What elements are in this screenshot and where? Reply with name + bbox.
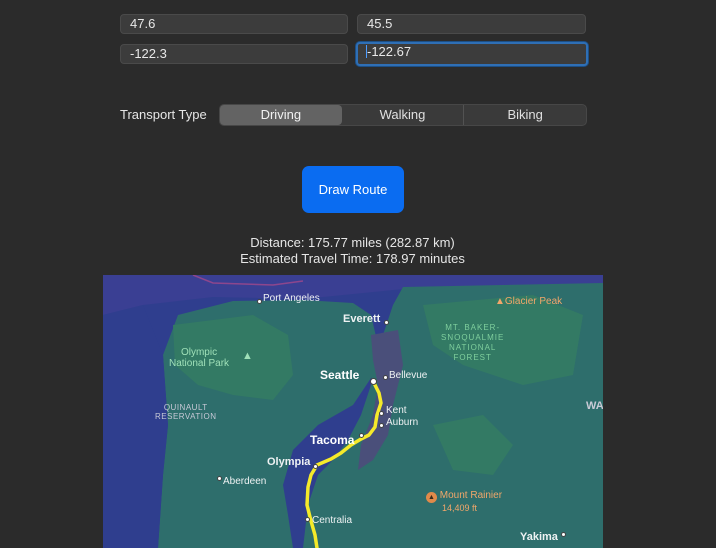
everett-dot	[384, 320, 389, 325]
city-aberdeen: Aberdeen	[223, 476, 267, 487]
segment-walking[interactable]: Walking	[342, 105, 464, 125]
reservation-line1: QUINAULT	[163, 403, 208, 412]
forest-line1: MT. BAKER-	[445, 323, 501, 332]
city-tacoma: Tacoma	[310, 433, 355, 447]
longitude-2-value: -122.67	[367, 44, 412, 59]
city-yakima: Yakima	[520, 531, 558, 543]
olympic-park-line2: National Park	[169, 358, 230, 369]
mount-rainier-elevation: 14,409 ft	[442, 503, 478, 513]
reservation-label: QUINAULT RESERVATION	[155, 403, 217, 421]
segment-driving[interactable]: Driving	[220, 105, 342, 125]
olympia-dot	[313, 464, 318, 469]
bellevue-dot	[383, 375, 388, 380]
city-olympia: Olympia	[267, 456, 311, 468]
route-map[interactable]: Port Angeles Everett Seattle Bellevue Ke…	[103, 275, 603, 548]
kent-dot	[379, 411, 384, 416]
tree-icon: ▲	[242, 350, 253, 362]
olympic-park-line1: Olympic	[180, 347, 218, 358]
distance-text: Distance: 175.77 miles (282.87 km)	[250, 235, 455, 250]
latitude-1-field[interactable]: 47.6	[120, 14, 348, 34]
travel-time-text: Estimated Travel Time: 178.97 minutes	[240, 251, 465, 266]
draw-route-button[interactable]: Draw Route	[302, 166, 404, 213]
forest-line3: NATIONAL	[448, 343, 497, 352]
seattle-dot	[370, 378, 377, 385]
mountain-icon: ▲	[426, 492, 437, 503]
glacier-peak-label: ▲Glacier Peak	[495, 296, 563, 307]
city-bellevue: Bellevue	[389, 370, 428, 381]
latitude-2-field[interactable]: 45.5	[357, 14, 586, 34]
longitude-2-field[interactable]: -122.67	[356, 42, 588, 66]
reservation-line2: RESERVATION	[155, 412, 217, 421]
mount-rainier-label: ▲ Mount Rainier 14,409 ft	[426, 490, 502, 514]
longitude-1-field[interactable]: -122.3	[120, 44, 348, 64]
forest-label: MT. BAKER- SNOQUALMIE NATIONAL FOREST	[441, 323, 504, 363]
city-kent: Kent	[386, 405, 407, 416]
city-auburn: Auburn	[386, 417, 419, 428]
city-centralia: Centralia	[312, 515, 353, 526]
olympic-park-label: Olympic National Park	[169, 347, 229, 369]
centralia-dot	[305, 517, 310, 522]
state-label-wa: WA	[586, 400, 603, 412]
mount-rainier-name: Mount Rainier	[439, 490, 503, 501]
yakima-dot	[561, 532, 566, 537]
forest-line4: FOREST	[453, 353, 492, 362]
transport-type-label: Transport Type	[120, 107, 207, 122]
transport-type-segmented-control[interactable]: Driving Walking Biking	[219, 104, 587, 126]
forest-line2: SNOQUALMIE	[441, 333, 505, 342]
city-everett: Everett	[343, 313, 381, 325]
auburn-dot	[379, 423, 384, 428]
aberdeen-dot	[217, 476, 222, 481]
port-angeles-dot	[257, 299, 262, 304]
city-seattle: Seattle	[320, 368, 360, 382]
tacoma-dot	[359, 433, 364, 438]
segment-biking[interactable]: Biking	[463, 105, 586, 125]
city-port-angeles: Port Angeles	[263, 293, 320, 304]
mountain-icon: ▲	[495, 296, 505, 307]
